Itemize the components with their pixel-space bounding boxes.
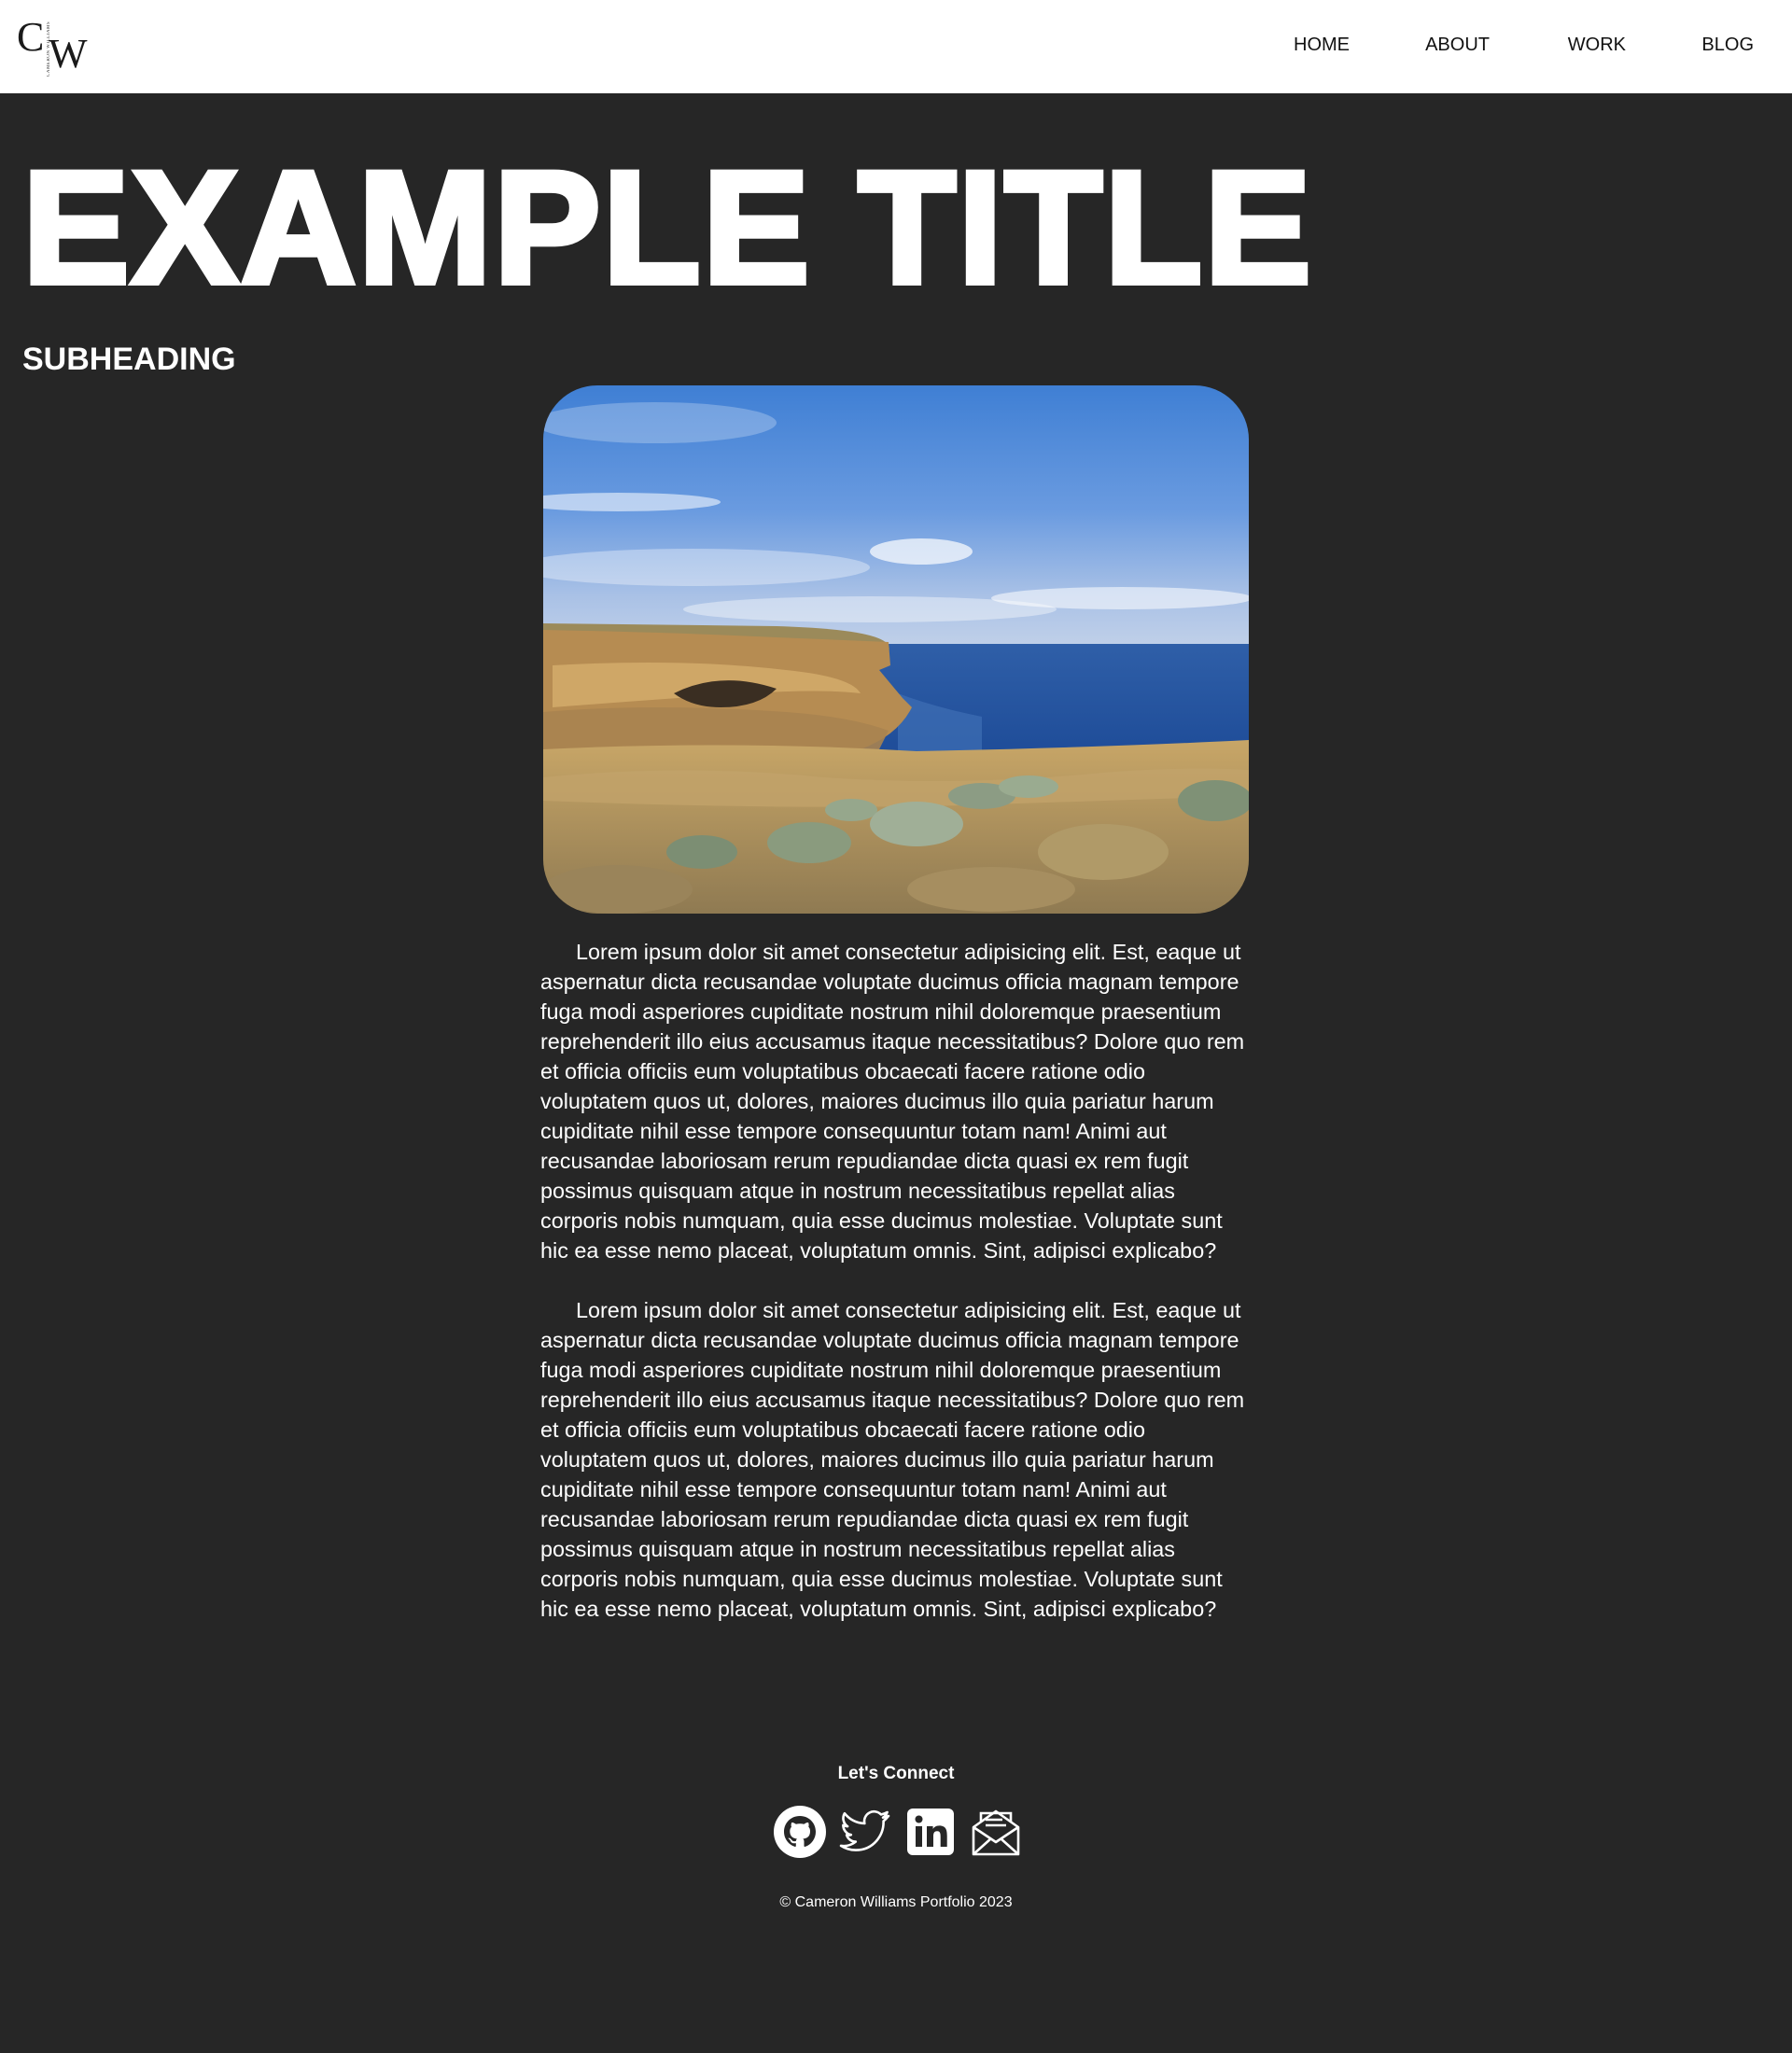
twitter-link[interactable] <box>838 1805 892 1859</box>
github-link[interactable] <box>773 1805 827 1859</box>
connect-heading: Let's Connect <box>837 1764 955 1783</box>
site-logo[interactable]: C CAMERON WILLIAMS W <box>15 13 93 78</box>
article-body: Lorem ipsum dolor sit amet consectetur a… <box>540 937 1250 1654</box>
nav-work-link[interactable]: WORK <box>1568 35 1626 56</box>
github-icon <box>774 1806 826 1858</box>
coastal-cliff-photo <box>543 385 1249 914</box>
twitter-icon <box>839 1809 890 1851</box>
page-subheading: SUBHEADING <box>22 342 236 377</box>
linkedin-icon <box>907 1809 954 1855</box>
copyright-text: © Cameron Williams Portfolio 2023 <box>779 1894 1013 1910</box>
site-footer: Let's Connect © Cameron Williams Portfol… <box>0 1764 1792 1911</box>
nav-blog-link[interactable]: BLOG <box>1701 35 1754 56</box>
logo-letter-w: W <box>49 31 88 77</box>
site-header: C CAMERON WILLIAMS W HOME ABOUT WORK BLO… <box>0 0 1792 93</box>
social-links <box>4 1805 1792 1863</box>
article-paragraph: Lorem ipsum dolor sit amet consectetur a… <box>540 940 1245 1263</box>
email-icon <box>972 1809 1020 1856</box>
linkedin-link[interactable] <box>903 1805 958 1859</box>
nav-about-link[interactable]: ABOUT <box>1425 35 1490 56</box>
email-link[interactable] <box>969 1805 1023 1859</box>
page-title: EXAMPLE TITLE <box>20 138 1314 317</box>
logo-letter-c: C <box>17 14 45 60</box>
nav-home-link[interactable]: HOME <box>1294 35 1350 56</box>
article-paragraph: Lorem ipsum dolor sit amet consectetur a… <box>540 1298 1245 1621</box>
